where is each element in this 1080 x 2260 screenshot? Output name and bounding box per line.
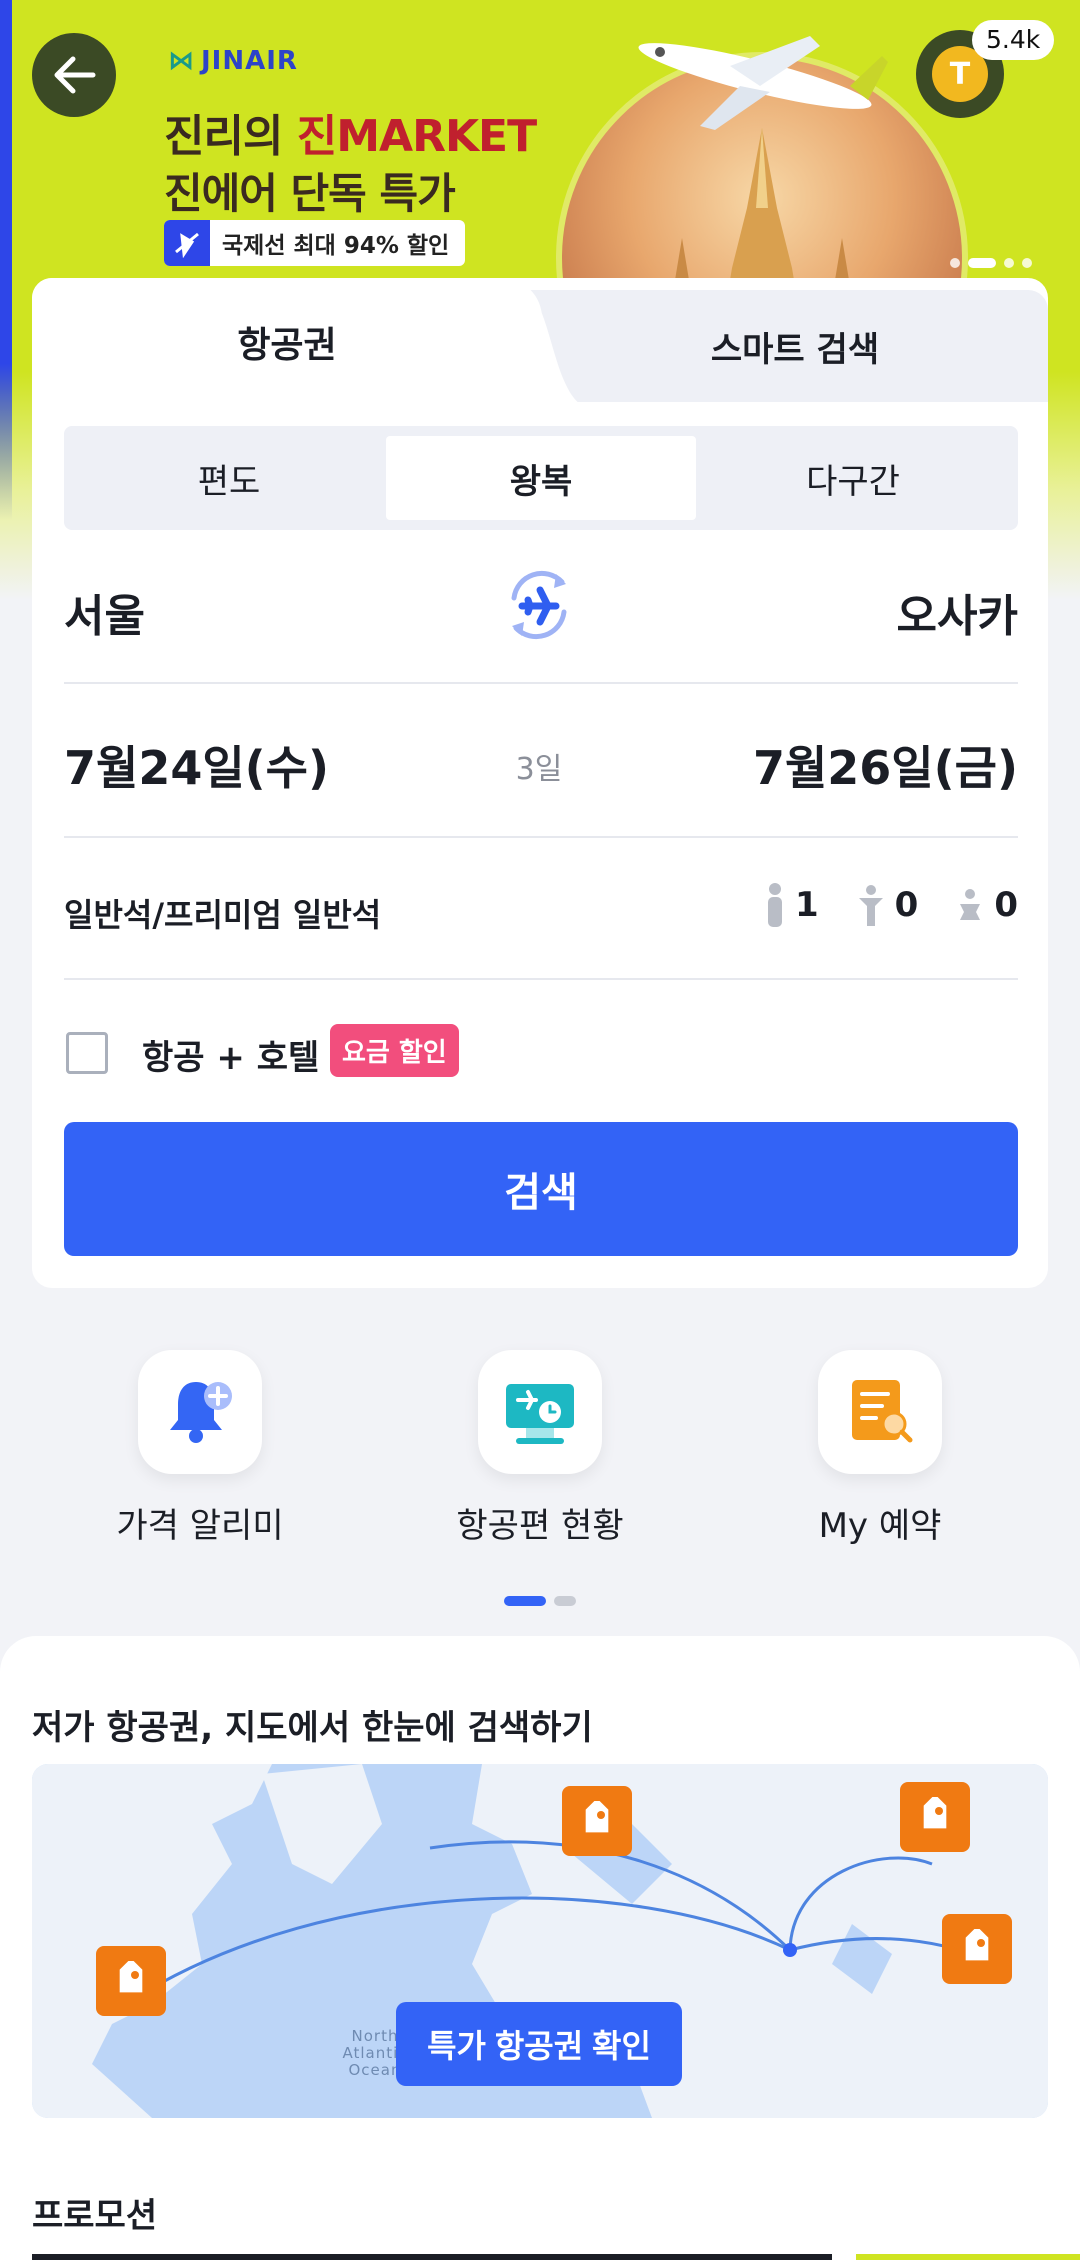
divider	[64, 978, 1018, 980]
departure-date[interactable]: 7월24일(수)	[64, 732, 329, 798]
trip-type-oneway[interactable]: 편도	[74, 436, 384, 520]
infant-count: 0	[956, 882, 1018, 928]
divider	[64, 836, 1018, 838]
banner-pagination	[950, 258, 1032, 268]
arrow-left-icon	[54, 56, 96, 94]
adult-icon	[767, 883, 782, 927]
trip-type-multicity[interactable]: 다구간	[698, 436, 1008, 520]
my-reservation-menu[interactable]: My 예약	[730, 1350, 1030, 1547]
swap-plane-icon	[511, 570, 567, 640]
flight-search-card: 항공권 스마트 검색 편도 왕복 다구간 서울 오사카 7월24일(수) 3일 …	[32, 278, 1048, 1288]
deal-tag-icon[interactable]	[562, 1786, 632, 1856]
banner-title-line2: 진에어 단독 특가	[164, 169, 456, 218]
deal-check-button[interactable]: 특가 항공권 확인	[396, 2002, 682, 2086]
search-button[interactable]: 검색	[64, 1122, 1018, 1256]
price-alert-label: 가격 알리미	[116, 1506, 284, 1546]
price-alert-menu[interactable]: 가격 알리미	[50, 1350, 350, 1547]
flight-status-menu[interactable]: 항공편 현황	[390, 1350, 690, 1547]
cabin-class[interactable]: 일반석/프리미엄 일반석	[64, 890, 381, 936]
brand-logo: ⋈ JINAIR	[168, 46, 298, 76]
my-reservation-label: My 예약	[818, 1506, 942, 1546]
trip-type-roundtrip[interactable]: 왕복	[386, 436, 696, 520]
tab-smart-search[interactable]: 스마트 검색	[542, 322, 1048, 371]
flight-status-label: 항공편 현황	[456, 1506, 624, 1546]
origin-city[interactable]: 서울	[64, 580, 145, 644]
flight-hotel-label[interactable]: 항공 + 호텔	[142, 1030, 319, 1079]
promotion-card-edge[interactable]	[32, 2254, 832, 2260]
bell-icon	[170, 1382, 232, 1443]
trip-duration: 3일	[515, 752, 563, 787]
adult-count: 1	[765, 882, 819, 928]
airplane-icon	[164, 220, 210, 266]
destination-city[interactable]: 오사카	[897, 580, 1018, 644]
flight-status-icon	[506, 1384, 574, 1444]
child-icon	[858, 885, 883, 926]
promotion-card-edge[interactable]	[856, 2254, 1080, 2260]
trip-type-selector: 편도 왕복 다구간	[64, 426, 1018, 530]
flight-hotel-checkbox[interactable]	[66, 1032, 108, 1074]
airplane-image	[638, 36, 888, 130]
banner-edge	[0, 0, 12, 520]
infant-icon	[960, 889, 981, 920]
discount-pill: 국제선 최대 94% 할인	[164, 220, 466, 266]
deal-tag-icon[interactable]	[900, 1782, 970, 1852]
child-count: 0	[857, 882, 918, 928]
promotion-title: 프로모션	[32, 2196, 158, 2236]
reservation-search-icon	[852, 1380, 913, 1443]
discount-badge: 요금 할인	[330, 1024, 459, 1077]
butterfly-icon: ⋈	[168, 46, 195, 76]
deal-tag-icon[interactable]	[942, 1914, 1012, 1984]
tab-flight[interactable]: 항공권	[32, 316, 542, 368]
swap-route-button[interactable]	[494, 560, 584, 650]
divider	[64, 682, 1018, 684]
coin-count-badge: 5.4k	[972, 20, 1055, 60]
back-button[interactable]	[32, 33, 116, 117]
quick-menu-pagination	[504, 1596, 576, 1606]
banner-title-line1: 진리의 진MARKET	[164, 111, 537, 162]
return-date[interactable]: 7월26일(금)	[753, 732, 1018, 798]
passenger-selector[interactable]: 1 0 0	[765, 882, 1018, 928]
map-section-title: 저가 항공권, 지도에서 한눈에 검색하기	[32, 1708, 593, 1748]
deal-tag-icon[interactable]	[96, 1946, 166, 2016]
